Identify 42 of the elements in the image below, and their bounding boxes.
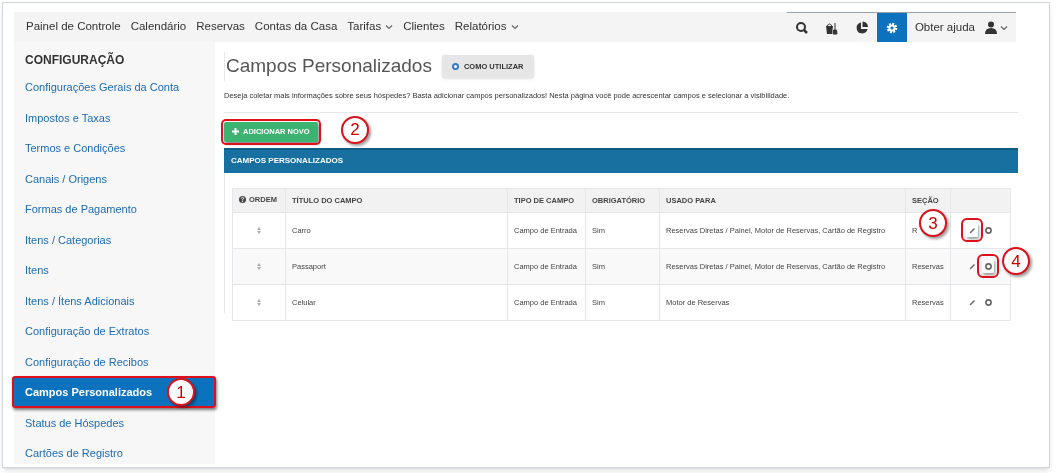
sidebar-item[interactable]: Formas de Pagamento <box>14 194 148 224</box>
nav-link[interactable]: Painel de Controle <box>26 18 121 36</box>
sidebar-item[interactable]: Termos e Condições <box>14 133 137 163</box>
sort-handle-icon[interactable] <box>257 263 261 271</box>
user-icon <box>985 21 997 34</box>
help-icon <box>239 196 246 204</box>
nav-link[interactable]: Calendário <box>130 18 187 36</box>
remove-circle-icon <box>984 298 992 306</box>
sort-handle-icon[interactable] <box>257 227 261 235</box>
plus-icon <box>232 128 239 136</box>
chevron-down-icon <box>1000 24 1008 31</box>
sidebar-item[interactable]: Configurações Gerais da Conta <box>14 72 191 102</box>
sidebar-item[interactable]: Status de Hóspedes <box>14 408 136 438</box>
gear-icon <box>884 20 899 35</box>
sidebar-item[interactable]: Itens / Categorias <box>14 225 123 255</box>
remove-circle-icon <box>984 226 992 234</box>
sidebar-item[interactable]: Configuração de Extratos <box>14 316 161 346</box>
nav-link[interactable]: Clientes <box>403 18 445 36</box>
remove-circle-icon <box>984 262 992 270</box>
search-icon <box>794 20 809 35</box>
nav-link[interactable]: Tarifas <box>347 18 394 36</box>
callout-number: 4 <box>1002 247 1030 276</box>
pencil-icon <box>968 298 976 306</box>
sidebar-item[interactable]: Itens <box>14 255 60 285</box>
nav-link[interactable]: Contas da Casa <box>254 18 338 36</box>
bucket-icon <box>824 20 839 35</box>
panel-header: CAMPOS PERSONALIZADOS <box>224 147 1018 173</box>
nav-link[interactable]: Reservas <box>196 18 245 36</box>
pencil-icon <box>968 226 976 234</box>
sort-handle-icon[interactable] <box>257 299 261 307</box>
sidebar-item[interactable]: Canais / Origens <box>14 164 118 194</box>
callout-number: 3 <box>919 209 947 238</box>
sidebar-item[interactable]: Configuração de Recibos <box>14 347 160 377</box>
sidebar-item[interactable]: Itens / Ítens Adicionais <box>14 286 146 316</box>
nav-link[interactable]: Relatórios <box>454 18 519 36</box>
pencil-icon <box>968 262 976 270</box>
page-title: Campos Personalizados <box>226 54 432 78</box>
sidebar-item[interactable]: Cartões de Registro <box>14 438 134 468</box>
sidebar-item[interactable]: Impostos e Taxas <box>14 103 122 133</box>
pie-chart-icon <box>854 20 869 35</box>
gear-button[interactable] <box>876 13 907 42</box>
sidebar-title: CONFIGURAÇÃO <box>24 51 126 69</box>
